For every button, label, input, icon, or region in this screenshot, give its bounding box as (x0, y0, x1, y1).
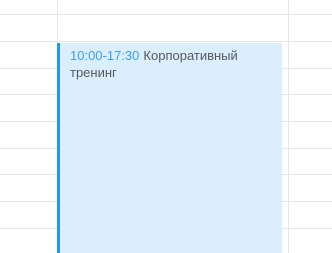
event-time: 10:00-17:30 (70, 48, 140, 63)
day-column-divider (288, 0, 289, 253)
calendar-event[interactable]: 10:00-17:30 Корпоративный тренинг (57, 43, 282, 253)
time-slot-line (0, 41, 332, 42)
event-label: 10:00-17:30 Корпоративный тренинг (70, 47, 276, 81)
time-slot-line (0, 14, 332, 15)
calendar-day-grid: 10:00-17:30 Корпоративный тренинг (0, 0, 332, 253)
